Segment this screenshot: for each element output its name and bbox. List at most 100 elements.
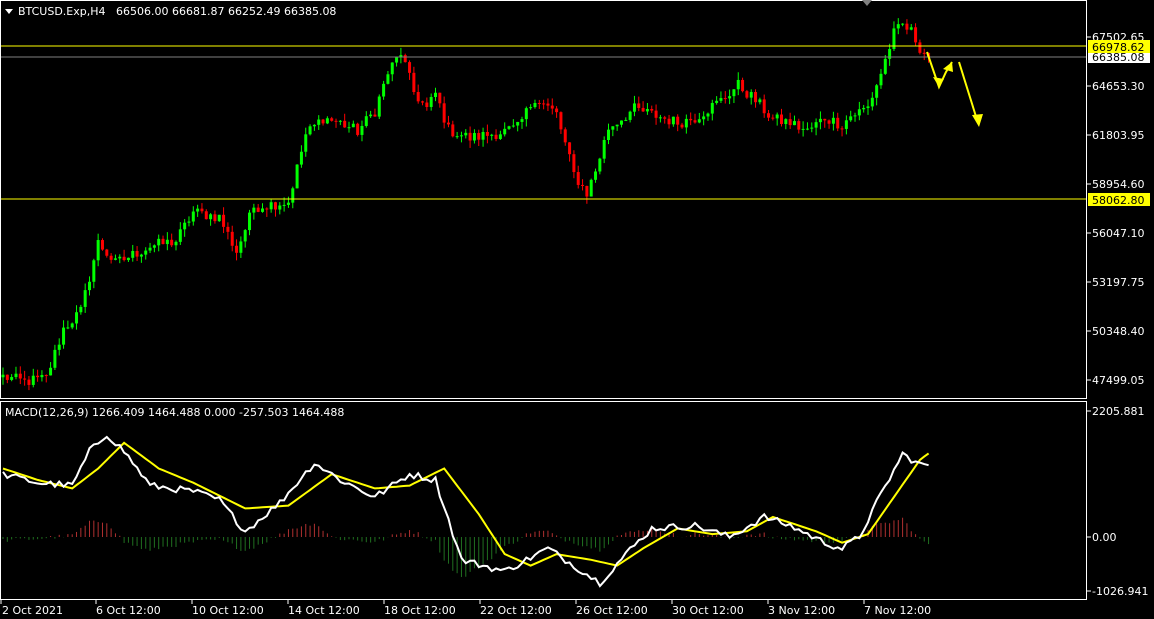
bear-candle — [568, 142, 572, 155]
bear-candle — [438, 92, 442, 104]
bull-candle — [524, 108, 528, 120]
macd-panel — [0, 401, 1087, 600]
bull-candle — [844, 120, 848, 129]
time-axis-label: 26 Oct 12:00 — [576, 604, 648, 617]
bull-candle — [775, 114, 779, 119]
bull-candle — [278, 205, 282, 210]
bull-candle — [594, 171, 598, 180]
bear-candle — [109, 255, 113, 260]
bull-candle — [801, 128, 805, 130]
bull-candle — [49, 367, 53, 376]
bear-candle — [265, 208, 269, 210]
bear-candle — [555, 108, 559, 113]
bull-candle — [75, 312, 79, 324]
ohlc-values: 66506.00 66681.87 66252.49 66385.08 — [116, 5, 336, 18]
bull-candle — [702, 116, 706, 120]
bull-candle — [53, 349, 57, 368]
bull-candle — [706, 113, 710, 117]
bull-candle — [719, 98, 723, 101]
bull-candle — [810, 127, 814, 129]
bull-candle — [870, 97, 874, 107]
bear-candle — [762, 99, 766, 114]
bull-candle — [139, 254, 143, 257]
bull-candle — [79, 306, 83, 313]
bull-candle — [529, 107, 533, 109]
bull-candle — [282, 204, 286, 206]
bear-candle — [581, 184, 585, 186]
bull-candle — [390, 62, 394, 75]
bear-candle — [27, 379, 31, 385]
bull-candle — [464, 132, 468, 136]
bear-candle — [563, 129, 567, 143]
bear-candle — [788, 119, 792, 126]
lower-level-value: 58062.80 — [1092, 194, 1145, 207]
bull-candle — [209, 214, 213, 220]
bear-candle — [273, 202, 277, 210]
bull-candle — [304, 134, 308, 152]
macd-axis: 2205.881 0.00 -1026.941 — [1087, 405, 1148, 598]
bull-candle — [308, 126, 312, 135]
bull-candle — [317, 119, 321, 125]
bull-candle — [291, 188, 295, 203]
bear-candle — [226, 226, 230, 232]
bear-candle — [576, 172, 580, 185]
bear-candle — [343, 120, 347, 128]
bear-candle — [550, 105, 554, 109]
bull-candle — [749, 91, 753, 98]
bull-candle — [909, 27, 913, 30]
bull-candle — [165, 239, 169, 245]
bear-candle — [667, 118, 671, 125]
bull-candle — [174, 241, 178, 246]
bull-candle — [295, 164, 299, 189]
time-axis-label: 2 Oct 2021 — [2, 604, 63, 617]
bear-candle — [689, 118, 693, 121]
bear-candle — [18, 373, 22, 379]
bull-candle — [710, 102, 714, 114]
bear-candle — [693, 120, 697, 123]
bull-candle — [589, 179, 593, 197]
bear-candle — [356, 123, 360, 135]
bear-candle — [741, 79, 745, 92]
price-axis-label: 61803.95 — [1092, 129, 1145, 142]
bull-candle — [481, 131, 485, 140]
bear-candle — [827, 120, 831, 124]
bull-candle — [248, 212, 252, 231]
bear-candle — [771, 117, 775, 119]
bear-candle — [641, 107, 645, 112]
bull-candle — [144, 250, 148, 255]
bull-candle — [243, 230, 247, 242]
bull-candle — [126, 257, 130, 261]
bear-candle — [408, 62, 412, 73]
bull-candle — [862, 107, 866, 110]
bull-candle — [883, 58, 887, 74]
bull-candle — [299, 151, 303, 165]
bear-candle — [330, 118, 334, 121]
macd-axis-label: 0.00 — [1092, 531, 1117, 544]
bear-candle — [754, 91, 758, 103]
bull-candle — [83, 290, 87, 307]
bull-candle — [183, 222, 187, 230]
chart-canvas[interactable]: BTCUSD.Exp,H4 66506.00 66681.87 66252.49… — [0, 0, 1154, 619]
bear-candle — [122, 256, 126, 261]
bull-candle — [191, 211, 195, 222]
bull-candle — [96, 240, 100, 261]
bull-candle — [732, 89, 736, 97]
bear-candle — [100, 240, 104, 250]
bear-candle — [542, 103, 546, 105]
time-axis: 2 Oct 2021 6 Oct 12:00 10 Oct 12:00 14 O… — [0, 600, 931, 617]
bull-candle — [472, 133, 476, 141]
bull-candle — [645, 109, 649, 112]
bull-candle — [252, 207, 256, 213]
bear-candle — [416, 92, 420, 102]
upper-level-value: 66978.62 — [1092, 41, 1145, 54]
bear-candle — [650, 109, 654, 111]
bull-candle — [395, 57, 399, 63]
price-axis-label: 56047.10 — [1092, 227, 1145, 240]
bear-candle — [334, 120, 338, 122]
bear-candle — [637, 103, 641, 108]
bear-candle — [680, 124, 684, 128]
price-axis-label: 47499.05 — [1092, 374, 1145, 387]
bull-candle — [602, 139, 606, 159]
bull-candle — [217, 214, 221, 222]
bear-candle — [840, 128, 844, 130]
